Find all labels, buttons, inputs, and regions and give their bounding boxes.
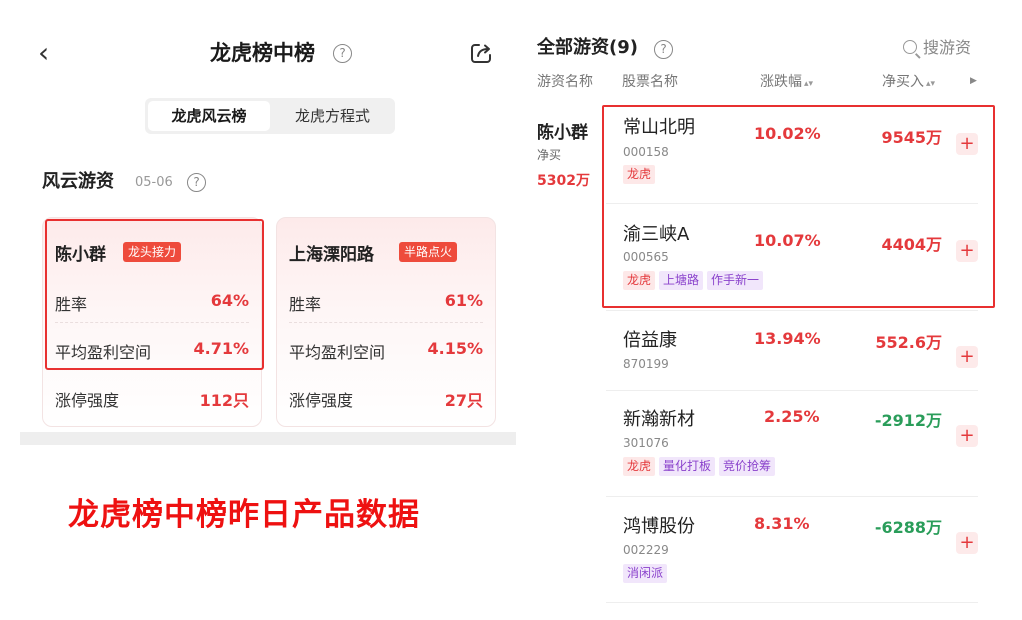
row-value: 112只 — [199, 391, 249, 410]
divider — [606, 602, 978, 603]
row-value: 61% — [444, 291, 483, 310]
add-button[interactable]: + — [956, 425, 978, 447]
row-value: 4.15% — [427, 339, 483, 358]
stock-name: 鸿博股份 — [623, 516, 695, 537]
tab-longhu-formula[interactable]: 龙虎方程式 — [273, 101, 392, 131]
search-icon — [903, 40, 917, 54]
row-value: 27只 — [444, 391, 483, 410]
tag[interactable]: 消闲派 — [623, 564, 668, 583]
stock-name: 新瀚新材 — [623, 409, 695, 430]
investor-list-title: 全部游资(9) — [537, 37, 638, 58]
stock-code: 002229 — [623, 543, 669, 557]
row-label: 平均盈利空间 — [289, 343, 386, 362]
column-header-net[interactable]: 净买入 ▴▾ — [882, 72, 935, 94]
tab-longhu-fengyun[interactable]: 龙虎风云榜 — [148, 101, 270, 131]
column-header-investor: 游资名称 — [537, 74, 593, 90]
investor-net-amount: 5302万 — [537, 173, 590, 189]
header-label: 净买入 — [882, 74, 924, 90]
stock-code: 301076 — [623, 436, 669, 450]
share-icon[interactable] — [468, 40, 494, 66]
stock-net-buy: -6288万 — [874, 518, 942, 537]
divider — [606, 496, 978, 497]
add-button[interactable]: + — [956, 532, 978, 554]
back-arrow-icon[interactable]: ‹ — [38, 38, 62, 68]
column-header-stock: 股票名称 — [622, 74, 678, 90]
search-button[interactable]: 搜游资 — [903, 38, 971, 58]
header-label: 涨跌幅 — [760, 74, 802, 90]
investor-card[interactable]: 上海溧阳路 半路点火 胜率 61% 平均盈利空间 4.15% 涨停强度 27只 — [276, 217, 496, 427]
highlight-box — [602, 105, 995, 308]
caption-text: 龙虎榜中榜昨日产品数据 — [68, 497, 420, 533]
segment-control: 龙虎风云榜 龙虎方程式 — [145, 98, 395, 134]
stock-change: 2.25% — [764, 407, 820, 426]
tag[interactable]: 竞价抢筹 — [719, 457, 776, 476]
stock-name: 倍益康 — [623, 330, 677, 351]
sort-icon: ▴▾ — [804, 79, 814, 89]
stock-net-buy: -2912万 — [874, 411, 942, 430]
tag-list: 龙虎 量化打板 竞价抢筹 — [623, 455, 779, 476]
stock-net-buy: 552.6万 — [875, 333, 942, 352]
divider — [606, 390, 978, 391]
help-icon[interactable]: ? — [187, 173, 206, 192]
stock-row[interactable]: 新瀚新材 301076 2.25% -2912万 + 龙虎 量化打板 竞价抢筹 — [606, 405, 978, 495]
row-label: 胜率 — [289, 295, 322, 314]
row-label: 涨停强度 — [55, 391, 120, 410]
left-panel: ‹ 龙虎榜中榜 ? 龙虎风云榜 龙虎方程式 风云游资 05-06 ? 陈小群 龙… — [0, 0, 516, 445]
sort-icon: ▴▾ — [926, 79, 936, 89]
tag-list: 消闲派 — [623, 562, 671, 583]
column-header-change[interactable]: 涨跌幅 ▴▾ — [760, 72, 813, 94]
row-label: 涨停强度 — [289, 391, 354, 410]
help-icon[interactable]: ? — [333, 44, 352, 63]
divider — [20, 432, 516, 445]
divider — [289, 322, 483, 323]
tag[interactable]: 龙虎 — [623, 457, 656, 476]
investor-net-label: 净买 — [537, 148, 562, 162]
highlight-box — [45, 219, 264, 370]
section-date: 05-06 — [135, 175, 173, 190]
stock-row[interactable]: 鸿博股份 002229 8.31% -6288万 + 消闲派 — [606, 512, 978, 600]
investor-name[interactable]: 陈小群 — [537, 118, 588, 143]
add-button[interactable]: + — [956, 346, 978, 368]
stock-row[interactable]: 倍益康 870199 13.94% 552.6万 + — [606, 326, 978, 390]
divider — [606, 310, 978, 311]
help-icon[interactable]: ? — [654, 40, 673, 59]
card-style-tag: 半路点火 — [399, 242, 458, 262]
search-label: 搜游资 — [923, 38, 972, 57]
scroll-right-icon[interactable]: ▶ — [970, 76, 977, 86]
stock-change: 8.31% — [754, 514, 810, 533]
stock-change: 13.94% — [754, 329, 821, 348]
stock-code: 870199 — [623, 357, 669, 371]
page-title: 龙虎榜中榜 — [210, 41, 315, 65]
section-title: 风云游资 — [42, 171, 114, 192]
card-investor-name: 上海溧阳路 — [289, 245, 374, 265]
tag[interactable]: 量化打板 — [659, 457, 716, 476]
